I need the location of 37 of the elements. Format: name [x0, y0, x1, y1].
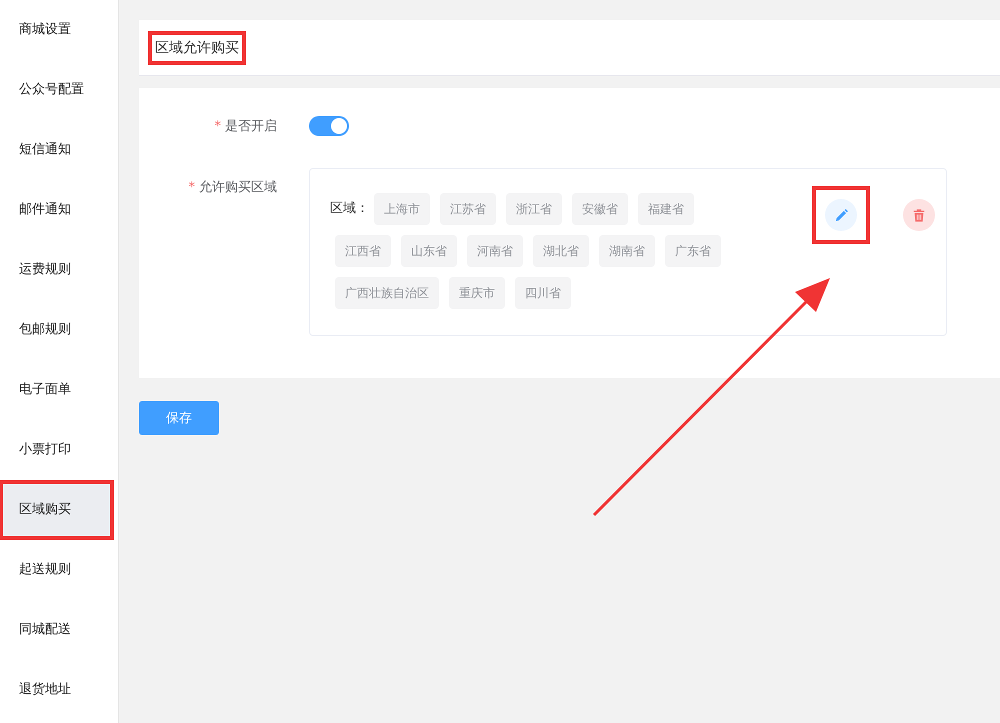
region-tag: 湖北省 — [533, 235, 589, 267]
sidebar-item[interactable]: 邮件通知 — [0, 184, 110, 236]
required-mark: * — [214, 119, 221, 134]
region-tag: 安徽省 — [572, 193, 628, 225]
sidebar-item[interactable]: 运费规则 — [0, 244, 110, 296]
region-tag: 浙江省 — [506, 193, 562, 225]
region-tag: 江西省 — [335, 235, 391, 267]
sidebar-item[interactable]: 小票打印 — [0, 424, 110, 476]
edit-button[interactable] — [825, 199, 857, 231]
region-tag: 山东省 — [401, 235, 457, 267]
page-title: 区域允许购买 — [148, 30, 246, 64]
field-label: 允许购买区域 — [199, 180, 277, 195]
trash-icon — [912, 208, 926, 222]
sidebar-item[interactable]: 同城配送 — [0, 604, 110, 656]
region-tag: 福建省 — [638, 193, 694, 225]
sidebar-item[interactable]: 电子面单 — [0, 364, 110, 416]
region-label: 区域： — [330, 200, 369, 218]
region-tag: 上海市 — [374, 193, 430, 225]
region-tag: 广东省 — [665, 235, 721, 267]
region-tag: 河南省 — [467, 235, 523, 267]
region-tag: 广西壮族自治区 — [335, 277, 439, 309]
sidebar-item[interactable]: 商城设置 — [0, 4, 110, 56]
sidebar-item[interactable]: 包邮规则 — [0, 304, 110, 356]
sidebar-item[interactable]: 起送规则 — [0, 544, 110, 596]
region-tag: 湖南省 — [599, 235, 655, 267]
delete-button[interactable] — [903, 199, 935, 231]
sidebar-item[interactable]: 公众号配置 — [0, 64, 110, 116]
toggle-switch[interactable] — [309, 116, 349, 136]
region-tag: 四川省 — [515, 277, 571, 309]
region-tag: 江苏省 — [440, 193, 496, 225]
sidebar-item[interactable]: 区域购买 — [3, 484, 110, 536]
region-tag: 重庆市 — [449, 277, 505, 309]
required-mark: * — [188, 180, 195, 195]
sidebar-item[interactable]: 退货地址 — [0, 664, 110, 716]
sidebar-item[interactable]: 短信通知 — [0, 124, 110, 176]
pencil-icon — [834, 208, 848, 222]
field-label: 是否开启 — [225, 119, 277, 134]
